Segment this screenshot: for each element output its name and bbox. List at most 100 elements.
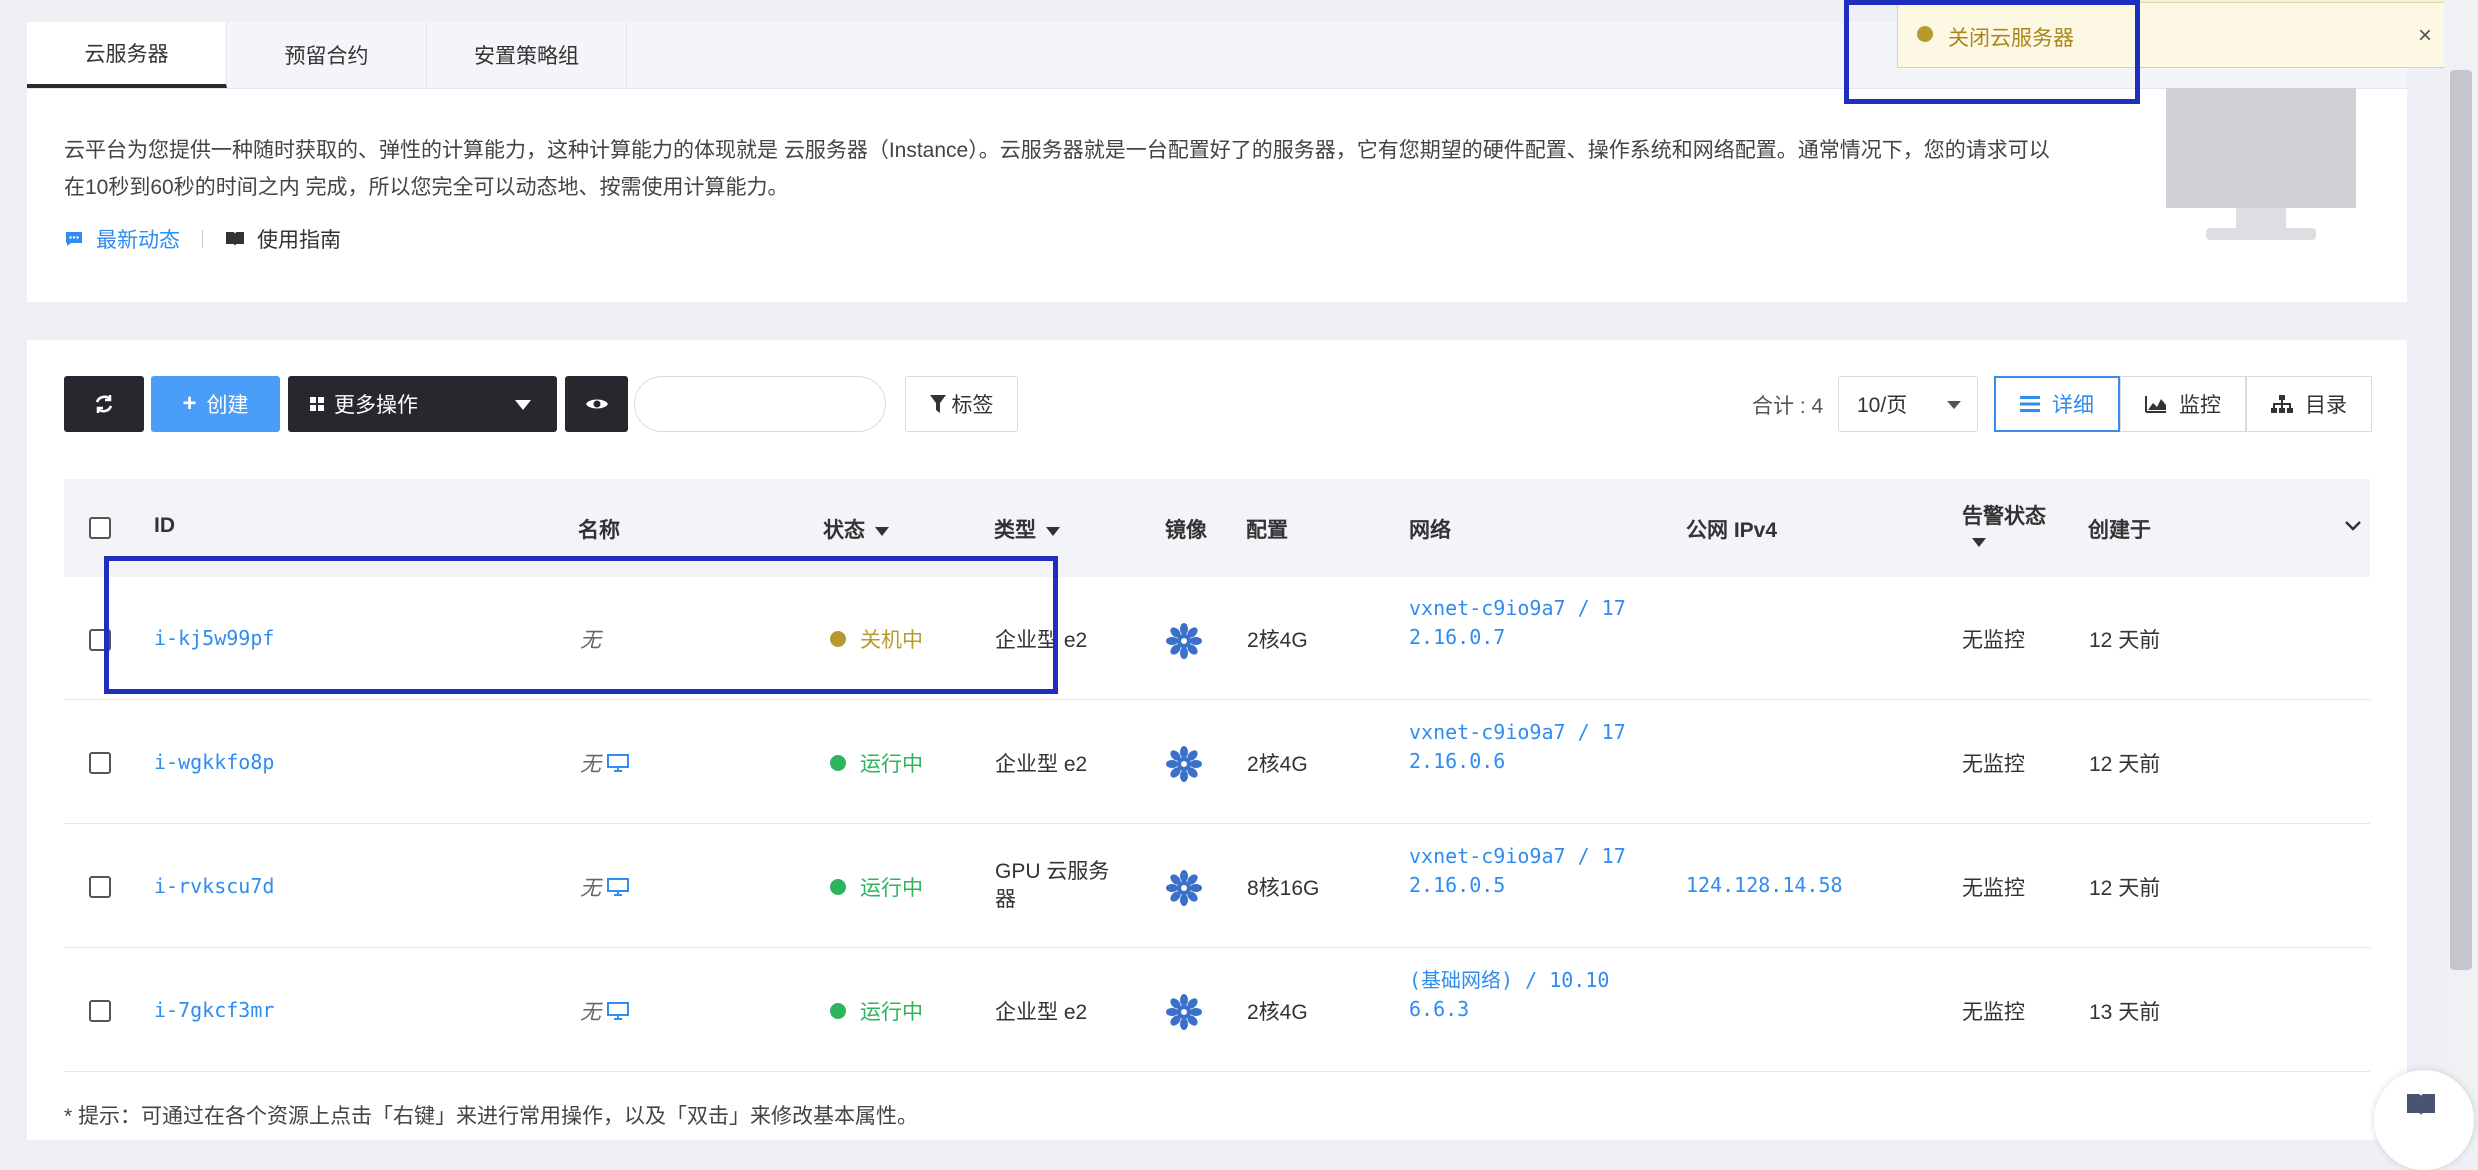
help-button[interactable]	[2374, 1070, 2474, 1170]
highlight-box-toast	[1844, 0, 2140, 104]
caret-down-icon	[1972, 538, 1986, 547]
page-size-select[interactable]: 10/页	[1838, 376, 1978, 432]
instance-type: GPU 云服务器	[995, 858, 1109, 914]
public-ip-link[interactable]: 124.128.14.58	[1686, 871, 1843, 900]
view-monitor-label: 监控	[2179, 394, 2221, 417]
os-image-icon	[1166, 623, 1202, 659]
guide-book-icon	[2407, 1094, 2435, 1116]
column-settings-chevron-icon[interactable]	[2344, 520, 2362, 532]
network-line-2: 2.16.0.5	[1409, 873, 1506, 897]
view-switcher: 详细 监控 目录	[1994, 376, 2372, 432]
intro-links: 最新动态 使用指南	[64, 224, 341, 254]
header-status[interactable]: 状态	[823, 514, 889, 544]
instance-config: 2核4G	[1247, 629, 1308, 652]
status-label: 运行中	[860, 1001, 923, 1024]
user-guide-link[interactable]: 使用指南	[225, 224, 341, 254]
search-input[interactable]	[634, 376, 886, 432]
network-line-1: (基础网络) / 10.10	[1409, 968, 1610, 992]
header-created: 创建于	[2088, 519, 2151, 542]
monitor-icon[interactable]	[607, 1002, 629, 1020]
tag-filter-button[interactable]: 标签	[905, 376, 1018, 432]
status-dot	[830, 755, 846, 771]
tab-instances[interactable]: 云服务器	[27, 22, 227, 88]
status-badge: 运行中	[830, 748, 923, 778]
view-detail-button[interactable]: 详细	[1994, 376, 2120, 432]
toast-close-icon[interactable]: ×	[2418, 22, 2432, 50]
created-at: 12 天前	[2089, 753, 2161, 776]
refresh-button[interactable]	[64, 376, 144, 432]
instance-name[interactable]: 无	[580, 996, 629, 1026]
row-divider	[64, 823, 2370, 824]
instance-name[interactable]: 无	[580, 748, 629, 778]
view-detail-label: 详细	[2052, 394, 2094, 417]
intro-description: 云平台为您提供一种随时获取的、弹性的计算能力，这种计算能力的体现就是 云服务器（…	[64, 139, 2050, 199]
row-divider	[64, 699, 2370, 700]
name-value: 无	[580, 753, 601, 776]
caret-down-icon	[875, 526, 889, 536]
monitor-icon[interactable]	[607, 754, 629, 772]
book-icon	[226, 232, 244, 246]
view-tree-label: 目录	[2305, 394, 2347, 417]
created-at: 12 天前	[2089, 629, 2161, 652]
alarm-status: 无监控	[1962, 1001, 2025, 1024]
row-checkbox[interactable]	[89, 752, 111, 774]
monitor-icon[interactable]	[607, 878, 629, 896]
created-at: 13 天前	[2089, 1001, 2161, 1024]
instance-config: 8核16G	[1247, 877, 1320, 900]
header-name: 名称	[578, 519, 620, 542]
create-label: 创建	[206, 394, 249, 417]
type-line-1: GPU 云服务	[995, 860, 1110, 883]
network-line-1: vxnet-c9io9a7 / 17	[1409, 596, 1626, 620]
scrollbar-thumb[interactable]	[2450, 70, 2472, 970]
row-divider	[64, 947, 2370, 948]
instance-config: 2核4G	[1247, 753, 1308, 776]
instances-card	[27, 340, 2407, 1140]
network-line-1: vxnet-c9io9a7 / 17	[1409, 720, 1626, 744]
row-checkbox[interactable]	[89, 876, 111, 898]
header-alarm[interactable]: 告警状态	[1962, 500, 2046, 530]
monitor-illustration	[2166, 88, 2356, 240]
row-checkbox[interactable]	[89, 1000, 111, 1022]
create-button[interactable]: + 创建	[151, 376, 280, 432]
instance-id-link[interactable]: i-wgkkfo8p	[154, 750, 274, 774]
network-line-2: 2.16.0.6	[1409, 749, 1506, 773]
instance-config: 2核4G	[1247, 1001, 1308, 1024]
row-divider	[64, 1071, 2370, 1072]
instance-id-link[interactable]: i-rvkscu7d	[154, 874, 274, 898]
name-value: 无	[580, 1001, 601, 1024]
select-all-checkbox[interactable]	[89, 517, 111, 539]
network-link[interactable]: vxnet-c9io9a7 / 17 2.16.0.6	[1409, 718, 1626, 776]
status-dot	[830, 879, 846, 895]
page-size-value: 10/页	[1857, 394, 1908, 417]
more-actions-dropdown[interactable]: 更多操作	[288, 376, 557, 432]
tab-reserved-contracts[interactable]: 预留合约	[227, 22, 427, 88]
os-image-icon	[1166, 870, 1202, 906]
header-type[interactable]: 类型	[994, 514, 1060, 544]
view-monitor-button[interactable]: 监控	[2120, 376, 2246, 432]
instance-name[interactable]: 无	[580, 872, 629, 902]
instance-type: 企业型 e2	[995, 753, 1088, 776]
chevron-down-icon	[515, 400, 531, 410]
created-at: 12 天前	[2089, 877, 2161, 900]
status-dot	[830, 1003, 846, 1019]
view-tree-button[interactable]: 目录	[2246, 376, 2372, 432]
tab-placement-groups[interactable]: 安置策略组	[427, 22, 627, 88]
plus-icon: +	[182, 390, 197, 417]
filter-icon	[929, 395, 946, 413]
network-link[interactable]: (基础网络) / 10.10 6.6.3	[1409, 966, 1609, 1024]
status-badge: 运行中	[830, 996, 923, 1026]
tag-label: 标签	[951, 394, 994, 417]
network-link[interactable]: vxnet-c9io9a7 / 17 2.16.0.5	[1409, 842, 1626, 900]
instance-id-link[interactable]: i-7gkcf3mr	[154, 998, 274, 1022]
network-link[interactable]: vxnet-c9io9a7 / 17 2.16.0.7	[1409, 594, 1626, 652]
link-divider	[202, 230, 203, 248]
toggle-visibility-button[interactable]	[565, 376, 628, 432]
header-id[interactable]: ID	[154, 514, 175, 538]
chevron-down-icon	[1947, 401, 1961, 409]
name-value: 无	[580, 877, 601, 900]
area-chart-icon	[2145, 396, 2166, 413]
total-count: 合计 : 4	[1752, 395, 1824, 418]
status-badge: 运行中	[830, 872, 923, 902]
latest-news-link[interactable]: 最新动态	[64, 224, 180, 254]
alarm-status: 无监控	[1962, 877, 2025, 900]
